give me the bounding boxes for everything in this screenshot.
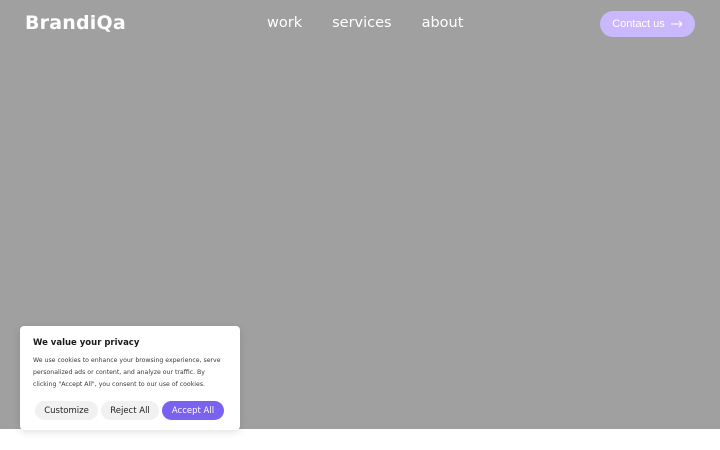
nav-link-services[interactable]: services [332, 15, 392, 31]
cookie-actions: Customize Reject All Accept All [35, 401, 224, 420]
customize-button[interactable]: Customize [35, 401, 98, 420]
contact-us-button[interactable]: Contact us [600, 11, 695, 37]
brand-logo[interactable]: BrandiQa [25, 12, 126, 34]
cookie-consent-banner: We value your privacy We use cookies to … [20, 326, 240, 430]
contact-us-label: Contact us [612, 18, 665, 30]
accept-all-button[interactable]: Accept All [162, 401, 224, 420]
nav-link-about[interactable]: about [422, 15, 464, 31]
cookie-title: We value your privacy [33, 338, 140, 348]
nav-link-work[interactable]: work [267, 15, 302, 31]
arrow-right-icon [670, 20, 683, 28]
reject-all-button[interactable]: Reject All [101, 401, 159, 420]
cookie-description: We use cookies to enhance your browsing … [33, 357, 221, 388]
main-nav: work services about [267, 15, 463, 31]
page: BrandiQa work services about Contact us … [0, 0, 720, 450]
